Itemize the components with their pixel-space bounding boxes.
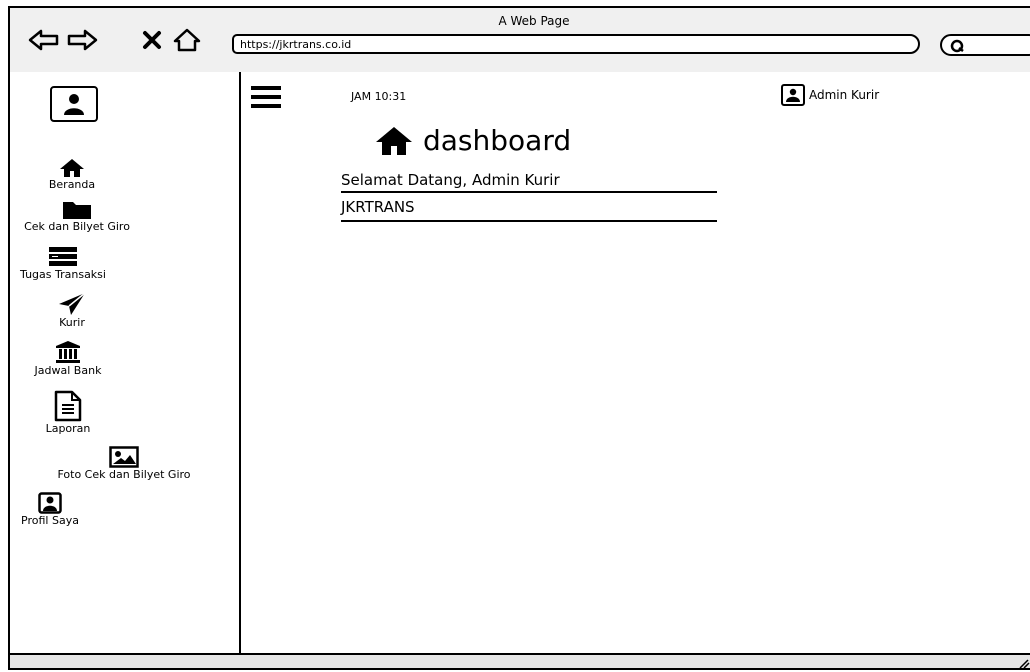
user-menu[interactable]: Admin Kurir xyxy=(781,84,879,106)
folder-icon xyxy=(63,202,91,219)
sidebar-item-label: Tugas Transaksi xyxy=(20,268,106,281)
close-icon xyxy=(143,31,161,49)
server-icon xyxy=(49,247,77,266)
company-name: JKRTRANS xyxy=(341,198,717,222)
stop-button[interactable] xyxy=(140,26,164,54)
sidebar-item-cek-dan-bilyet-giro[interactable]: Cek dan Bilyet Giro xyxy=(18,198,136,233)
browser-toolbar: A Web Page https://jkrtrans.co.id xyxy=(10,8,1030,74)
sidebar-item-jadwal-bank[interactable]: Jadwal Bank xyxy=(18,341,118,377)
sidebar-item-label: Beranda xyxy=(48,178,96,191)
sidebar-item-label: Cek dan Bilyet Giro xyxy=(24,220,130,233)
welcome-message: Selamat Datang, Admin Kurir xyxy=(341,171,717,193)
sidebar-item-label: Laporan xyxy=(45,422,91,435)
home-icon xyxy=(60,159,84,177)
forward-button[interactable] xyxy=(66,26,98,54)
search-icon xyxy=(950,39,964,53)
sidebar-avatar[interactable] xyxy=(50,86,98,122)
clock-label: JAM 10:31 xyxy=(351,90,407,103)
sidebar-item-kurir[interactable]: Kurir xyxy=(18,292,126,329)
bank-icon xyxy=(56,341,80,363)
user-icon xyxy=(64,94,84,115)
arrow-right-icon xyxy=(67,29,98,51)
sidebar-item-beranda[interactable]: Beranda xyxy=(18,156,126,191)
sidebar-item-laporan[interactable]: Laporan xyxy=(18,390,118,435)
page-title: dashboard xyxy=(375,124,571,157)
sidebar-item-foto-cek-dan-bilyet-giro[interactable]: Foto Cek dan Bilyet Giro xyxy=(18,446,230,481)
search-box[interactable] xyxy=(940,34,1030,56)
image-icon xyxy=(109,446,139,468)
url-input[interactable]: https://jkrtrans.co.id xyxy=(232,34,920,54)
sidebar-item-label: Kurir xyxy=(59,316,85,329)
home-button[interactable] xyxy=(172,26,202,54)
arrow-left-icon xyxy=(28,29,59,51)
hamburger-menu-icon[interactable] xyxy=(251,86,281,108)
user-icon xyxy=(38,492,62,514)
resize-grip-icon[interactable] xyxy=(1016,657,1030,669)
browser-window: A Web Page https://jkrtrans.co.id Berand… xyxy=(8,6,1030,670)
page-title-text: dashboard xyxy=(423,124,572,157)
status-bar xyxy=(10,653,1030,669)
sidebar: Beranda Cek dan Bilyet Giro Tugas Transa… xyxy=(10,72,241,653)
sidebar-item-label: Jadwal Bank xyxy=(34,364,102,377)
user-avatar-icon xyxy=(781,84,805,106)
document-icon xyxy=(54,390,82,422)
user-name: Admin Kurir xyxy=(809,88,880,102)
sidebar-item-tugas-transaksi[interactable]: Tugas Transaksi xyxy=(10,246,116,281)
back-button[interactable] xyxy=(28,26,60,54)
home-icon xyxy=(376,126,412,155)
home-outline-icon xyxy=(173,28,201,52)
sidebar-item-label: Profil Saya xyxy=(21,514,79,527)
url-text: https://jkrtrans.co.id xyxy=(240,38,352,51)
main-content: JAM 10:31 Admin Kurir dashboard Selamat … xyxy=(241,72,1030,653)
sidebar-item-profil-saya[interactable]: Profil Saya xyxy=(18,492,82,527)
sidebar-item-label: Foto Cek dan Bilyet Giro xyxy=(57,468,191,481)
paper-plane-icon xyxy=(59,292,86,315)
